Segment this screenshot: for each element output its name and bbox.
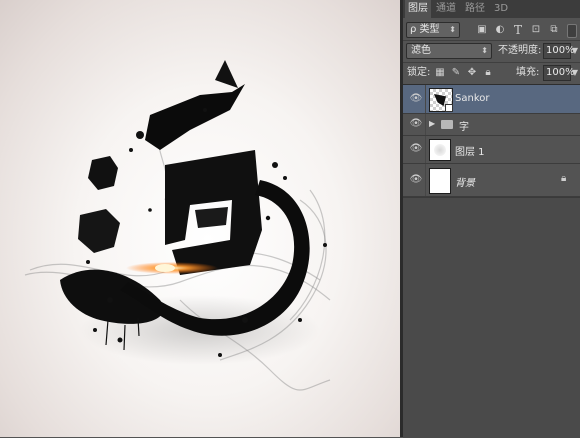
smart-object-filter-icon[interactable]: ⧉ [547, 23, 561, 37]
filter-kind-dropdown[interactable]: ρ 类型 ⬍ [406, 22, 460, 38]
divider [425, 164, 426, 196]
divider [425, 114, 426, 135]
lock-image-pixels-icon[interactable]: ✎ [449, 66, 463, 80]
tab-paths[interactable]: 路径 [462, 0, 488, 18]
tab-3d[interactable]: 3D [491, 0, 511, 18]
blend-row: 滤色 ⬍ 不透明度: 100% ▼ [403, 41, 580, 61]
visibility-eye-icon[interactable]: 👁︎ [409, 93, 423, 104]
filter-kind-label: ρ 类型 [410, 24, 440, 35]
layer-name[interactable]: Sankor [455, 93, 489, 104]
visibility-eye-icon[interactable]: 👁︎ [409, 174, 423, 185]
folder-icon [441, 120, 453, 129]
group-expand-arrow-icon[interactable]: ▶ [429, 119, 435, 128]
type-filter-icon[interactable]: T [511, 23, 525, 37]
layer-row-layer1[interactable]: 👁︎ 图层 1 [403, 136, 580, 164]
panel-tab-bar: 图层 通道 路径 3D [403, 0, 580, 18]
adjustment-filter-icon[interactable]: ◐ [493, 23, 507, 37]
layer-name[interactable]: 字 [459, 118, 469, 133]
thumbnail-content [434, 144, 446, 156]
divider [425, 85, 426, 113]
visibility-eye-icon[interactable]: 👁︎ [409, 118, 423, 129]
ink-calligraphy-artwork [24, 60, 331, 391]
background-thumbnail[interactable] [429, 168, 451, 194]
tab-layers[interactable]: 图层 [405, 0, 431, 18]
layer-thumbnail[interactable] [429, 139, 451, 161]
opacity-label: 不透明度: [498, 45, 542, 56]
lock-transparent-pixels-icon[interactable]: ▦ [433, 66, 447, 80]
visibility-eye-icon[interactable]: 👁︎ [409, 143, 423, 154]
tab-channels[interactable]: 通道 [433, 0, 459, 18]
blend-mode-dropdown[interactable]: 滤色 ⬍ [406, 43, 492, 59]
lock-position-icon[interactable]: ✥ [465, 66, 479, 80]
filter-toggle[interactable] [567, 24, 577, 38]
layers-panel: 图层 通道 路径 3D ρ 类型 ⬍ ▣ ◐ T ⊡ ⧉ 滤色 ⬍ 不透明度: … [403, 0, 580, 438]
layer-name[interactable]: 背景 [455, 174, 475, 189]
shape-filter-icon[interactable]: ⊡ [529, 23, 543, 37]
fill-label: 填充: [516, 67, 540, 78]
layer-row-group[interactable]: 👁︎ ▶ 字 [403, 114, 580, 136]
smart-object-badge-icon [445, 104, 453, 112]
layer-row-background[interactable]: 👁︎ 背景 🔒︎ [403, 164, 580, 197]
document-canvas[interactable] [0, 0, 400, 437]
image-filter-icon[interactable]: ▣ [475, 23, 489, 37]
lock-all-icon[interactable]: 🔒︎ [481, 66, 495, 80]
layers-empty-area [403, 197, 580, 438]
lock-row: 锁定: ▦ ✎ ✥ 🔒︎ 填充: 100% ▼ [403, 63, 580, 83]
opacity-input[interactable]: 100% [543, 43, 575, 59]
dropdown-arrow-icon: ⬍ [481, 46, 488, 55]
opacity-slider-arrow-icon[interactable]: ▼ [570, 44, 580, 58]
layer-name[interactable]: 图层 1 [455, 143, 485, 158]
divider [425, 136, 426, 163]
blend-mode-value: 滤色 [411, 45, 431, 56]
layer-row-sankor[interactable]: 👁︎ Sankor [403, 85, 580, 114]
fill-input[interactable]: 100% [543, 65, 575, 81]
layer-filter-row: ρ 类型 ⬍ ▣ ◐ T ⊡ ⧉ [403, 20, 580, 40]
layer-lock-icon: 🔒︎ [561, 173, 567, 184]
dropdown-arrow-icon: ⬍ [449, 25, 456, 34]
fill-slider-arrow-icon[interactable]: ▼ [570, 66, 580, 80]
smart-object-thumbnail[interactable] [429, 88, 453, 112]
lock-label: 锁定: [407, 67, 431, 78]
